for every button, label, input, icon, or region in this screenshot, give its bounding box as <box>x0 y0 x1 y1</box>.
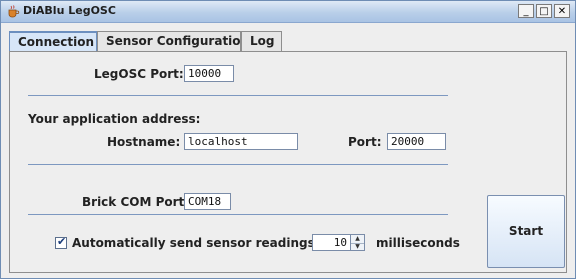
interval-spinner[interactable]: ▲ ▼ <box>351 234 365 251</box>
coffee-cup-icon <box>8 5 20 18</box>
title-bar[interactable]: DiABlu LegOSC _ □ ✕ <box>1 1 575 23</box>
start-button[interactable]: Start <box>487 195 565 268</box>
brick-com-port-label: Brick COM Port: <box>82 195 190 209</box>
separator <box>28 214 448 215</box>
legosc-port-field[interactable]: 10000 <box>184 65 234 82</box>
app-window: DiABlu LegOSC _ □ ✕ Connection Sensor Co… <box>0 0 576 279</box>
brick-com-port-field[interactable]: COM18 <box>184 193 231 210</box>
auto-send-checkbox[interactable]: ✔ <box>55 235 67 249</box>
maximize-button[interactable]: □ <box>536 4 552 18</box>
tab-sensor-configuration[interactable]: Sensor Configuration <box>97 31 249 51</box>
tab-log[interactable]: Log <box>241 31 282 51</box>
legosc-port-label: LegOSC Port: <box>94 67 184 81</box>
port-label: Port: <box>348 135 382 149</box>
minimize-button[interactable]: _ <box>518 4 534 18</box>
window-title: DiABlu LegOSC <box>23 4 116 17</box>
spinner-down-icon[interactable]: ▼ <box>351 243 364 251</box>
app-address-label: Your application address: <box>28 112 201 126</box>
separator <box>28 164 448 165</box>
hostname-field[interactable]: localhost <box>184 133 298 150</box>
port-field[interactable]: 20000 <box>387 133 446 150</box>
separator <box>28 95 448 96</box>
tab-connection[interactable]: Connection <box>9 31 97 52</box>
connection-panel: LegOSC Port: 10000 Your application addr… <box>9 51 567 273</box>
milliseconds-label: milliseconds <box>376 236 460 250</box>
close-button[interactable]: ✕ <box>554 4 570 18</box>
check-icon: ✔ <box>57 235 67 248</box>
hostname-label: Hostname: <box>107 135 181 149</box>
interval-field[interactable]: 10 <box>312 234 351 251</box>
